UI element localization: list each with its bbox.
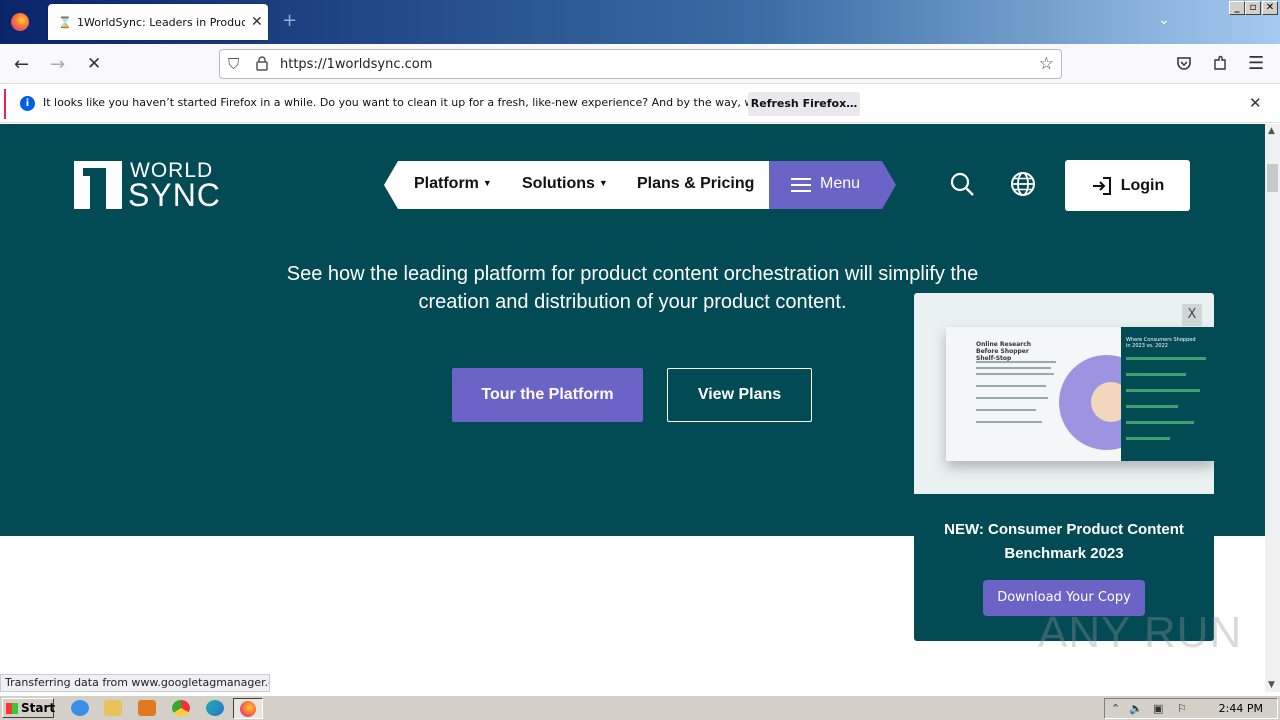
volume-icon[interactable]: 🔈 (1129, 702, 1143, 715)
report-text-line (976, 367, 1051, 369)
report-bar (1126, 357, 1206, 360)
stop-loading-icon[interactable]: ✕ (87, 54, 101, 74)
url-text: https://1worldsync.com (280, 57, 433, 72)
login-icon (1092, 176, 1111, 195)
navigation-toolbar: ← → ✕ ⛉ https://1worldsync.com ☆ ☰ (0, 44, 1280, 84)
forward-arrow-icon[interactable]: → (50, 54, 65, 75)
tab-close-icon[interactable]: ✕ (251, 14, 263, 30)
report-bar (1126, 421, 1194, 424)
flag-icon[interactable]: ⚐ (1177, 702, 1187, 715)
info-icon: i (20, 96, 35, 111)
windows-logo-icon (6, 703, 18, 714)
page-scrollbar[interactable]: ▲ ▼ (1265, 124, 1280, 692)
clock: 2:44 PM (1218, 702, 1263, 715)
network-icon[interactable]: ▣ (1153, 702, 1163, 715)
globe-icon[interactable] (1010, 171, 1036, 197)
report-text-line (976, 361, 1056, 363)
new-tab-button[interactable]: + (282, 10, 297, 31)
file-explorer-icon[interactable] (104, 700, 122, 716)
chrome-icon[interactable] (172, 700, 190, 716)
pocket-icon[interactable] (1176, 56, 1192, 71)
scroll-up-icon[interactable]: ▲ (1268, 126, 1275, 136)
status-bar: Transferring data from www.googletagmana… (0, 674, 270, 692)
report-text-line (976, 421, 1042, 423)
windows-taskbar: Start ⌃ 🔈 ▣ ⚐ 2:44 PM (0, 694, 1280, 720)
start-label: Start (21, 701, 56, 715)
report-title: Online Research Before Shopper Shelf-Sto… (976, 341, 1032, 362)
hamburger-menu-icon[interactable]: ☰ (1248, 53, 1264, 74)
notification-message: It looks like you haven’t started Firefo… (43, 96, 828, 109)
edge-icon[interactable] (206, 700, 224, 716)
report-bar (1126, 373, 1186, 376)
report-bar (1126, 405, 1178, 408)
1worldsync-logo[interactable]: WORLD SYNC (74, 159, 224, 213)
login-label: Login (1120, 176, 1165, 194)
view-plans-button[interactable]: View Plans (667, 368, 812, 422)
report-text-line (976, 397, 1048, 399)
nav-item-label: Platform (414, 175, 479, 192)
minimize-button[interactable]: _ (1229, 1, 1245, 15)
firefox-taskbar-button[interactable] (233, 698, 263, 719)
report-text-line (976, 385, 1046, 387)
tracking-shield-icon[interactable]: ⛉ (228, 55, 239, 73)
report-text-line (976, 409, 1036, 411)
firefox-icon[interactable] (11, 13, 29, 31)
media-player-icon[interactable] (138, 700, 156, 716)
report-side-title: Where Consumers Shopped in 2023 vs. 2022 (1126, 337, 1196, 349)
close-window-button[interactable]: ✕ (1262, 1, 1278, 15)
anyrun-watermark: ANY RUN (1038, 608, 1243, 657)
tab-list-chevron-icon[interactable]: ⌄ (1158, 12, 1170, 28)
loading-hourglass-icon: ⌛ (58, 15, 72, 29)
refresh-firefox-button[interactable]: Refresh Firefox… (748, 92, 860, 116)
notification-accent (4, 89, 6, 119)
nav-item-solutions[interactable]: Solutions ▼ (522, 175, 608, 193)
notification-bar: i It looks like you haven’t started Fire… (0, 85, 1280, 123)
search-icon[interactable] (950, 172, 974, 196)
logo-text-sync: SYNC (128, 177, 221, 213)
report-text-line (976, 373, 1054, 375)
report-bar (1126, 389, 1200, 392)
internet-explorer-icon[interactable] (71, 700, 89, 716)
login-button[interactable]: Login (1065, 160, 1190, 211)
nav-item-label: Plans & Pricing (637, 175, 755, 192)
report-bar (1126, 437, 1170, 440)
hamburger-icon[interactable] (791, 178, 811, 192)
caret-down-icon: ▼ (482, 178, 492, 188)
promo-popup: Online Research Before Shopper Shelf-Sto… (914, 293, 1214, 641)
nav-item-plans-pricing[interactable]: Plans & Pricing (637, 175, 754, 193)
main-navigation: Platform ▼ Solutions ▼ Plans & Pricing Men… (384, 161, 896, 209)
back-arrow-icon[interactable]: ← (14, 54, 29, 75)
web-page: WORLD SYNC Platform ▼ Solutions ▼ Plans & … (0, 124, 1265, 692)
scroll-thumb[interactable] (1267, 164, 1278, 192)
report-mockup: Online Research Before Shopper Shelf-Sto… (946, 327, 1214, 461)
popup-title: NEW: Consumer Product Content Benchmark … (944, 521, 1184, 562)
tray-arrow-icon[interactable]: ⌃ (1111, 702, 1120, 715)
caret-down-icon: ▼ (598, 178, 608, 188)
firefox-icon (240, 701, 256, 717)
start-button[interactable]: Start (2, 698, 56, 718)
lock-icon[interactable] (256, 56, 268, 71)
report-preview-image: Online Research Before Shopper Shelf-Sto… (914, 293, 1214, 494)
restore-button[interactable]: ▫ (1245, 1, 1261, 15)
system-tray: ⌃ 🔈 ▣ ⚐ 2:44 PM (1104, 698, 1278, 719)
address-bar[interactable]: ⛉ https://1worldsync.com ☆ (219, 49, 1062, 79)
popup-close-button[interactable]: X (1182, 304, 1202, 326)
notification-close-icon[interactable]: ✕ (1249, 94, 1262, 112)
menu-label[interactable]: Menu (820, 175, 860, 193)
bookmark-star-icon[interactable]: ☆ (1039, 54, 1054, 74)
nav-item-platform[interactable]: Platform ▼ (414, 175, 492, 193)
title-bar: ⌛ 1WorldSync: Leaders in Product Content… (0, 0, 1280, 44)
logo-mark (74, 161, 122, 209)
nav-item-label: Solutions (522, 175, 595, 192)
tab-title: 1WorldSync: Leaders in Product Content (77, 15, 245, 29)
hero-tagline: See how the leading platform for product… (286, 263, 979, 313)
tour-platform-button[interactable]: Tour the Platform (452, 368, 643, 422)
scroll-down-icon[interactable]: ▼ (1268, 680, 1275, 690)
extensions-icon[interactable] (1212, 55, 1228, 72)
browser-tab[interactable]: ⌛ 1WorldSync: Leaders in Product Content… (48, 4, 268, 40)
